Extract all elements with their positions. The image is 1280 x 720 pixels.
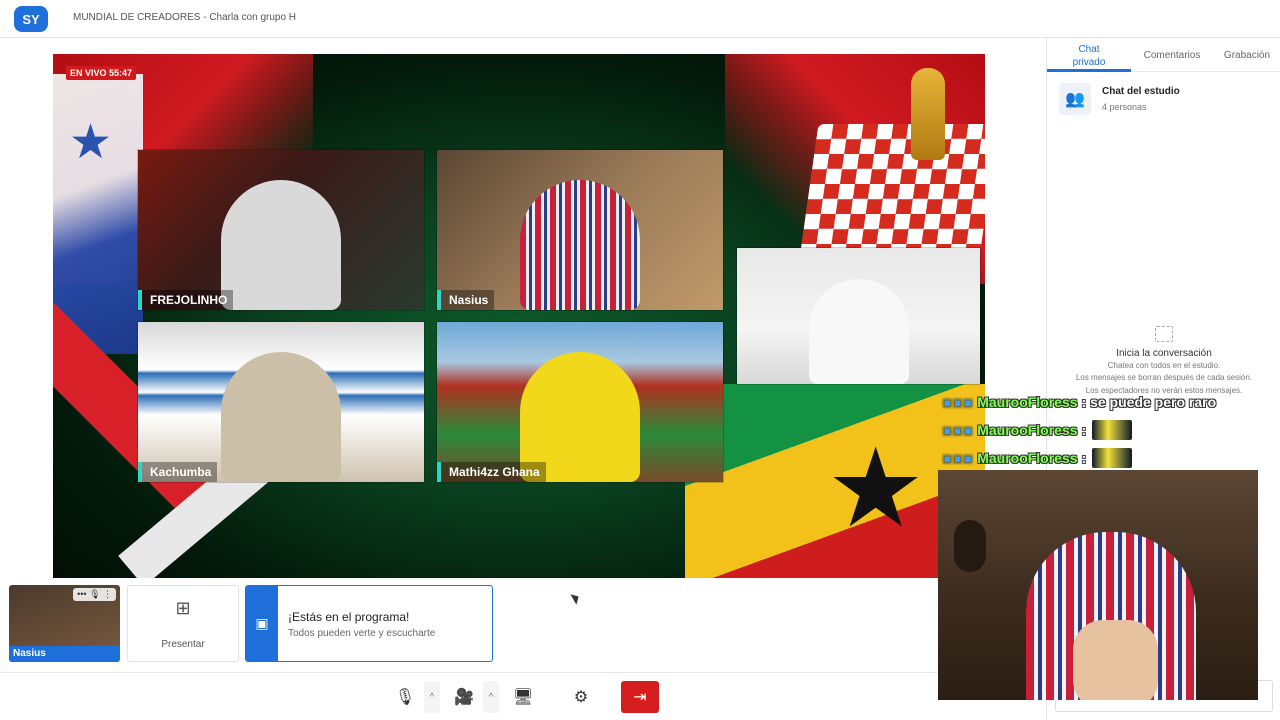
chat-message: ▣▣▣ MaurooFloress : (942, 444, 1262, 472)
present-label: Presentar (161, 638, 205, 650)
chat-text: : (1081, 450, 1087, 466)
star-decoration: ★ (826, 427, 925, 550)
self-preview-controls[interactable]: ••• 🎙 ⋮ (73, 588, 116, 601)
participant-tile[interactable]: Mathi4zz Ghana (436, 321, 724, 483)
share-screen-button[interactable]: 🖥 (513, 681, 533, 713)
pineapple-decoration (954, 520, 986, 572)
panama-flag-decoration: ★ (53, 74, 143, 354)
backstage-tray: ••• 🎙 ⋮ Nasius ⊞ Presentar ▣ ¡Estás en e… (0, 585, 940, 665)
emote-icon (1092, 420, 1133, 440)
participant-name: Kachumba (138, 462, 218, 482)
user-badges-icon: ▣▣▣ (942, 396, 974, 409)
microphone-button[interactable]: 🎙 (395, 681, 415, 713)
user-badges-icon: ▣▣▣ (942, 452, 974, 465)
studio-chat-members: 4 personas (1102, 102, 1147, 112)
self-name-label: Nasius (9, 646, 120, 662)
settings-button[interactable]: ⚙ (571, 681, 591, 713)
chat-text: : se puede pero raro (1081, 394, 1217, 410)
chat-message: ▣▣▣ MaurooFloress : se puede pero raro (942, 388, 1262, 416)
studio-chat-entry[interactable]: 👥 Chat del estudio 4 personas (1059, 83, 1269, 117)
leave-studio-button[interactable]: ⇥ (621, 681, 659, 713)
top-bar: SY MUNDIAL DE CREADORES - Charla con gru… (0, 0, 1280, 38)
chat-placeholder-icon (1155, 326, 1173, 342)
participant-figure (808, 279, 909, 384)
chat-username: MaurooFloress (977, 422, 1078, 438)
app-title: MUNDIAL DE CREADORES - Charla con grupo … (73, 12, 297, 23)
mic-options-chevron-icon[interactable]: ^ (424, 681, 440, 713)
camera-options-chevron-icon[interactable]: ^ (483, 681, 499, 713)
streamer-face (1073, 620, 1158, 700)
participant-name: Nasius (437, 290, 495, 310)
active-tab-indicator (1047, 69, 1131, 72)
self-preview[interactable]: ••• 🎙 ⋮ Nasius (9, 585, 120, 662)
participant-name: FREJOLINHO (138, 290, 234, 310)
tab-private-chat[interactable]: Chat privado (1071, 43, 1107, 69)
tab-comments[interactable]: Comentarios (1139, 50, 1205, 61)
chat-username: MaurooFloress (977, 450, 1078, 466)
camera-button[interactable]: 🎥 (454, 681, 474, 713)
participant-tile[interactable]: Kachumba (137, 321, 425, 483)
participant-tile[interactable]: FREJOLINHO (137, 149, 425, 311)
participant-figure (520, 180, 640, 310)
broadcast-stage: ★ ★ FREJOLINHO Nasius Kachumba Mathi4zz … (53, 54, 985, 578)
participant-tile[interactable] (736, 247, 981, 385)
empty-chat-state: Inicia la conversación Chatea con todos … (1047, 326, 1280, 396)
participant-name: Mathi4zz Ghana (437, 462, 546, 482)
sidebar-tabs: Chat privado Comentarios Grabación (1047, 38, 1280, 72)
empty-chat-line: Chatea con todos en el estudio. (1107, 361, 1221, 370)
people-icon: 👥 (1059, 83, 1091, 115)
chat-message: ▣▣▣ MaurooFloress : (942, 416, 1262, 444)
empty-chat-title: Inicia la conversación (1116, 348, 1212, 359)
empty-chat-line: Los mensajes se borran después de cada s… (1075, 373, 1253, 383)
app-logo[interactable]: SY (14, 6, 48, 32)
chat-text: : (1081, 422, 1087, 438)
add-screen-icon: ⊞ (175, 597, 191, 618)
studio-chat-title: Chat del estudio (1102, 86, 1180, 97)
tab-recording[interactable]: Grabación (1217, 50, 1277, 61)
person-card-icon: ▣ (246, 586, 278, 661)
trophy-decoration (911, 68, 945, 160)
present-button[interactable]: ⊞ Presentar (127, 585, 239, 662)
stream-chat-overlay: ▣▣▣ MaurooFloress : se puede pero raro ▣… (942, 388, 1262, 472)
chat-username: MaurooFloress (977, 394, 1078, 410)
user-badges-icon: ▣▣▣ (942, 424, 974, 437)
participant-figure (221, 352, 341, 482)
participant-tile[interactable]: Nasius (436, 149, 724, 311)
participant-figure (221, 180, 341, 310)
on-air-notice: ▣ ¡Estás en el programa! Todos pueden ve… (245, 585, 493, 662)
on-air-subtitle: Todos pueden verte y escucharte (288, 628, 436, 639)
emote-icon (1092, 448, 1133, 468)
on-air-title: ¡Estás en el programa! (288, 610, 410, 624)
live-badge: EN VIVO 55:47 (66, 66, 137, 80)
streamer-webcam-overlay (938, 470, 1258, 700)
